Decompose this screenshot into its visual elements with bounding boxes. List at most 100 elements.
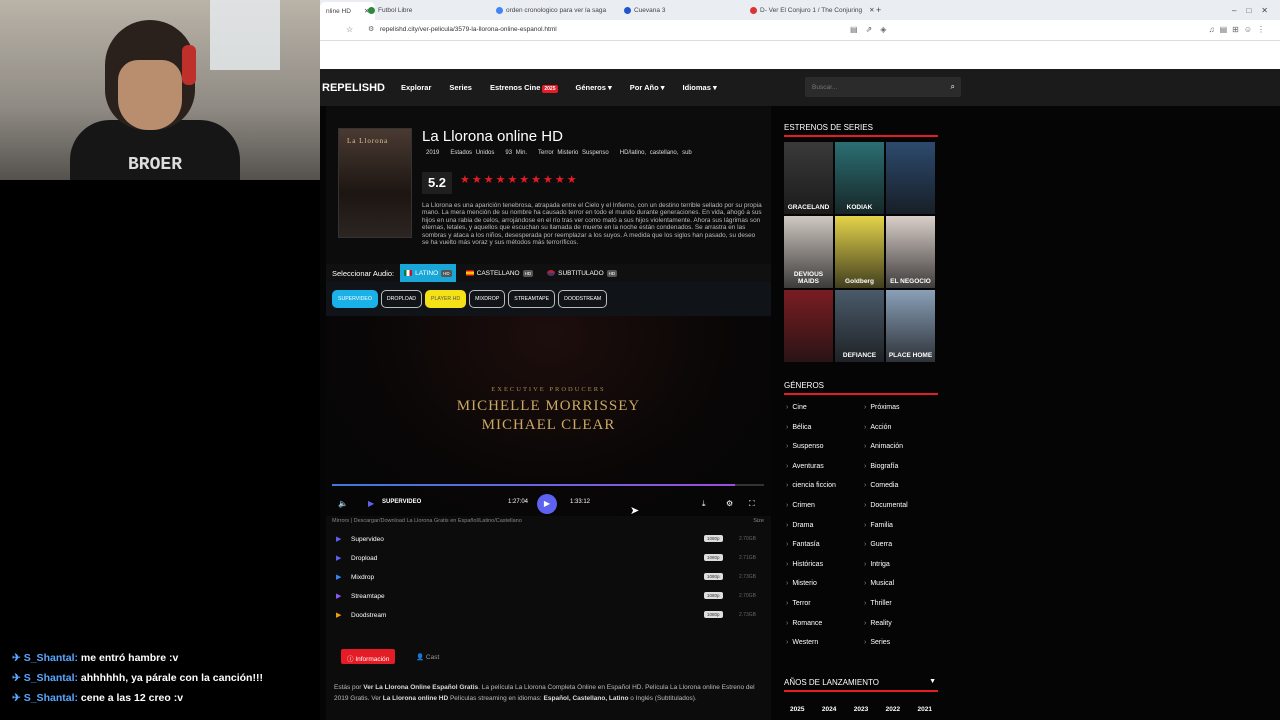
genre-link[interactable]: Animación [864,443,903,450]
series-thumbnail[interactable] [886,142,935,214]
nav-explorar[interactable]: Explorar [401,83,431,92]
mirror-row[interactable]: ▶ Mixdrop 1080p 2.73GB [334,568,764,587]
server-streamtape[interactable]: STREAMTAPE [508,290,556,308]
mirror-row[interactable]: ▶ Supervideo 1080p 2.70GB [334,530,764,549]
video-credit-heading: EXECUTIVE PRODUCERS [491,386,606,393]
genre-link[interactable]: Comedia [864,482,898,489]
genre-link[interactable]: Reality [864,620,891,627]
years-heading[interactable]: AÑOS DE LANZAMIENTO ▼ [784,678,938,692]
chevron-down-icon[interactable]: ▼ [929,678,936,685]
year-link[interactable]: 2021 [918,706,932,713]
search-icon[interactable]: ⌕ [951,82,955,92]
genre-link[interactable]: Familia [864,522,893,529]
window-controls[interactable]: –□✕ [1232,3,1278,17]
site-info-icon[interactable]: ⚙ [368,25,374,33]
genre-link[interactable]: Acción [864,424,891,431]
genre-link[interactable]: Series [864,639,890,646]
mirror-row[interactable]: ▶ Dropload 1080p 2.71GB [334,549,764,568]
genre-link[interactable]: Romance [786,620,822,627]
seek-bar[interactable] [332,484,764,486]
video-player[interactable]: EXECUTIVE PRODUCERS MICHELLE MORRISSEY M… [326,316,771,516]
site-logo[interactable]: REPELISHD [322,82,385,94]
mirror-host-icon: ▶ [336,593,342,600]
info-tab[interactable]: ⓘ Información [341,649,396,664]
spain-flag-icon [465,270,474,276]
fullscreen-icon[interactable]: ⛶ [749,499,755,509]
year-link[interactable]: 2022 [886,706,900,713]
series-thumbnail[interactable]: DEFIANCE [835,290,884,362]
genre-link[interactable]: Fantasía [786,541,819,548]
info-tab-label: Información [355,656,390,663]
series-thumbnail[interactable] [784,290,833,362]
mirror-quality: 1080p [704,611,723,618]
genre-link[interactable]: ciencia ficcion [786,482,836,489]
server-dropload[interactable]: DROPLOAD [380,290,423,308]
series-thumbnail[interactable]: KODIAK [835,142,884,214]
tab[interactable]: orden cronologico para ver la saga [496,3,606,17]
audio-castellano[interactable]: CASTELLANO HD [462,264,538,282]
play-button[interactable]: ▶ [537,494,557,514]
server-mixdrop[interactable]: MIXDROP [469,290,506,308]
volume-icon[interactable]: 🔈 [338,499,348,508]
mirror-row[interactable]: ▶ Doodstream 1080p 2.73GB [334,606,764,625]
series-thumbnail[interactable]: EL NEGOCIO [886,216,935,288]
nav-idiomas[interactable]: Idiomas ▾ [683,83,717,92]
series-thumbnail[interactable]: Goldberg [835,216,884,288]
series-thumbnail[interactable]: GRACELAND [784,142,833,214]
genre-link[interactable]: Misterio [786,580,817,587]
tab[interactable]: D- Ver El Conjuro 1 / The Conjuring ✕ [750,3,875,17]
genre-link[interactable]: Drama [786,522,813,529]
nav-estrenos-cine[interactable]: Estrenos Cine 2025 [490,83,558,93]
series-thumbnail-label: DEVIOUS MAIDS [793,271,824,285]
genre-link[interactable]: Musical [864,580,894,587]
genre-link[interactable]: Próximas [864,404,899,411]
mirror-row[interactable]: ▶ Streamtape 1080p 2.70GB [334,587,764,606]
mirrors-size-label: Size [753,518,764,524]
cast-tab[interactable]: 👤 Cast [412,649,443,664]
download-icon[interactable]: ⤓ [702,499,706,509]
rating-stars[interactable]: ★★★★★★★★★★ [460,173,579,186]
settings-icon[interactable]: ⚙ [726,499,733,508]
series-thumbnail-label: PLACE HOME [888,352,933,359]
close-icon[interactable]: ✕ [869,6,874,14]
search-input[interactable]: Buscar... ⌕ [805,77,961,97]
tab[interactable]: Cuevana 3 [624,3,665,17]
genre-link[interactable]: Guerra [864,541,892,548]
url-field[interactable]: repelishd.city/ver-pelicula/3579-la-llor… [380,26,557,33]
audio-latino[interactable]: LATINO HD [400,264,456,282]
genre-link[interactable]: Crimen [786,502,815,509]
audio-subtitulado[interactable]: SUBTITULADO HD [543,264,621,282]
audio-option-label: SUBTITULADO [558,269,604,277]
tab[interactable]: Futbol Libre [368,3,412,17]
genre-link[interactable]: Históricas [786,561,823,568]
bookmark-icon[interactable]: ☆ [346,25,353,34]
series-thumbnail[interactable]: PLACE HOME [886,290,935,362]
genre-link[interactable]: Biografía [864,463,898,470]
series-thumbnail[interactable]: DEVIOUS MAIDS [784,216,833,288]
genre-link[interactable]: Intriga [864,561,889,568]
mirror-name: Supervideo [351,536,384,543]
genre-link[interactable]: Cine [786,404,806,411]
genre-link[interactable]: Suspenso [786,443,823,450]
genre-link[interactable]: Western [786,639,818,646]
nav-por-ano[interactable]: Por Año ▾ [630,83,665,92]
year-link[interactable]: 2024 [822,706,836,713]
hd-badge: HD [522,269,534,277]
server-doodstream[interactable]: DOODSTREAM [558,290,608,308]
server-supervideo[interactable]: SUPERVIDEO [332,290,378,308]
toolbar-icons[interactable]: ♫▤⊞☺⋮ [1209,25,1270,34]
genre-link[interactable]: Bélica [786,424,811,431]
genre-link[interactable]: Documental [864,502,907,509]
tab-favicon [624,6,631,14]
server-playerhd[interactable]: PLAYER HD [425,290,467,308]
nav-generos[interactable]: Géneros ▾ [576,83,612,92]
genre-link[interactable]: Aventuras [786,463,823,470]
nav-series[interactable]: Series [449,83,472,92]
genre-link[interactable]: Thriller [864,600,891,607]
year-link[interactable]: 2025 [790,706,804,713]
genre-link[interactable]: Terror [786,600,810,607]
new-tab-icon[interactable]: + [876,3,881,17]
series-thumbnail-label: DEFIANCE [842,352,877,359]
extension-icons[interactable]: ▤⇗◈ [850,25,894,34]
year-link[interactable]: 2023 [854,706,868,713]
